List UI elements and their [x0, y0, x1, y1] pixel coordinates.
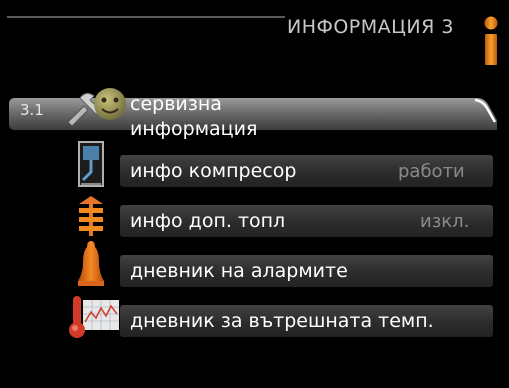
menu-item-label: дневник за вътрешната темп. — [130, 310, 434, 332]
menu-item-number: 3.1 — [20, 101, 44, 119]
menu-item-label-line1: сервизна — [130, 93, 222, 115]
compressor-icon — [78, 141, 104, 187]
page-title: ИНФОРМАЦИЯ 3 — [287, 16, 454, 38]
info-screen: ИНФОРМАЦИЯ 3 3.1 сервизна информация инф… — [0, 0, 509, 388]
alarm-bell-icon — [78, 241, 104, 286]
menu-item-value: работи — [398, 161, 465, 182]
heater-icon — [79, 196, 103, 236]
menu-item-label: инфо компресор — [130, 160, 297, 182]
info-icon — [484, 16, 498, 65]
wrench-smiley-icon — [67, 88, 126, 127]
menu-item-label: дневник на алармите — [130, 260, 348, 282]
temperature-graph-icon — [69, 296, 119, 338]
menu-item-label-line2: информация — [130, 118, 258, 140]
menu-item-label: инфо доп. топл — [130, 210, 286, 232]
menu-item-value: изкл. — [420, 211, 470, 232]
header-divider — [7, 16, 285, 18]
